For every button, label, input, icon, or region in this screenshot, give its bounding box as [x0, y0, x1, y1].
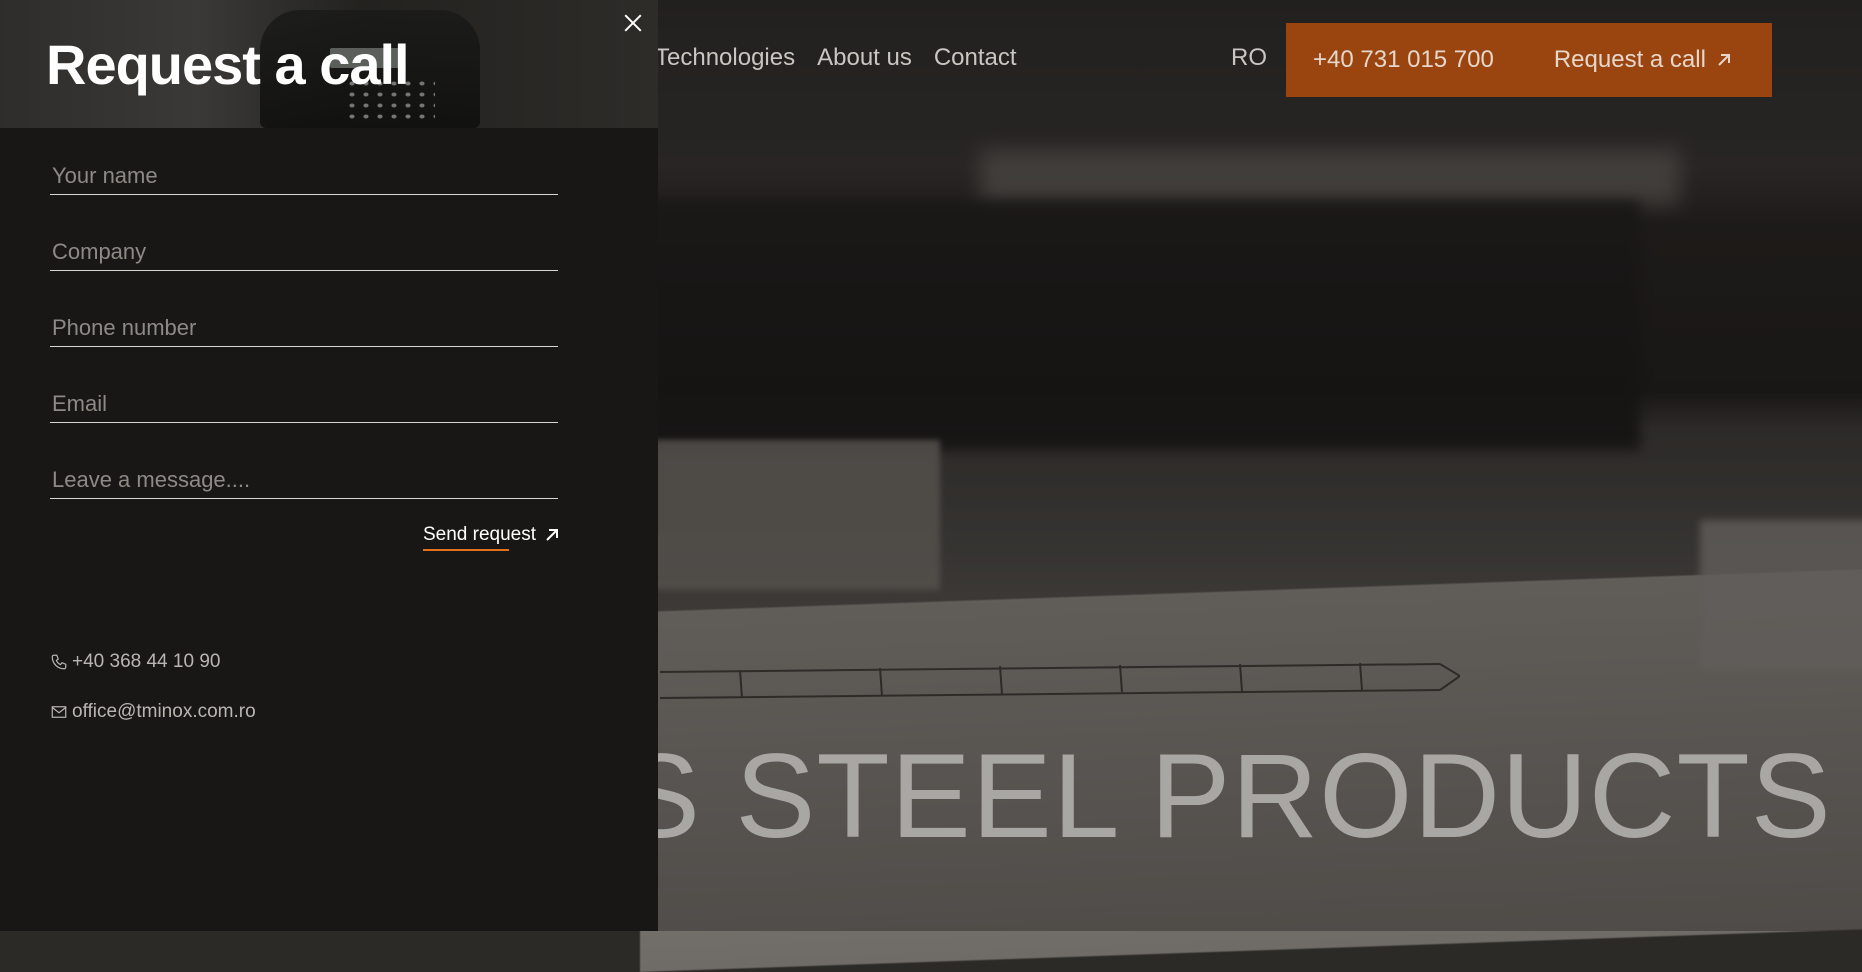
contact-phone-line[interactable]: +40 368 44 10 90: [50, 651, 220, 673]
language-switch[interactable]: RO: [1231, 44, 1267, 72]
contact-email-line[interactable]: office@tminox.com.ro: [50, 701, 256, 723]
phone-input[interactable]: [50, 310, 558, 346]
top-nav: Technologies About us Contact: [655, 44, 1017, 72]
email-field-wrapper: [50, 386, 558, 423]
contact-phone-text: +40 368 44 10 90: [72, 651, 221, 672]
phone-icon: [51, 654, 67, 670]
name-input[interactable]: [50, 158, 558, 194]
header-request-call-label: Request a call: [1553, 46, 1706, 73]
send-request-button[interactable]: Send request: [423, 524, 560, 551]
mail-icon: [51, 706, 67, 718]
message-field-wrapper: [50, 462, 558, 499]
hero-title: S STEEL PRODUCTS: [620, 729, 1832, 863]
name-field-wrapper: [50, 158, 558, 195]
contact-email-text: office@tminox.com.ro: [72, 701, 256, 722]
nav-item-contact[interactable]: Contact: [934, 44, 1017, 72]
send-request-label: Send request: [423, 524, 537, 551]
email-input[interactable]: [50, 386, 558, 422]
close-icon[interactable]: [622, 12, 644, 34]
arrow-up-right-icon: [1718, 54, 1730, 66]
arrow-up-right-icon: [546, 529, 559, 541]
nav-item-about-us[interactable]: About us: [817, 44, 912, 72]
header-request-call-button[interactable]: Request a call: [1554, 46, 1732, 74]
phone-field-wrapper: [50, 310, 558, 347]
company-field-wrapper: [50, 234, 558, 271]
nav-item-technologies[interactable]: Technologies: [655, 44, 795, 72]
header-cta-bar: +40 731 015 700 Request a call: [1286, 23, 1772, 97]
company-input[interactable]: [50, 234, 558, 270]
message-input[interactable]: [50, 462, 558, 498]
request-call-panel: Request a call Send request +40 368 44 1…: [0, 0, 658, 931]
panel-title: Request a call: [46, 33, 410, 96]
header-phone-link[interactable]: +40 731 015 700: [1313, 46, 1494, 74]
